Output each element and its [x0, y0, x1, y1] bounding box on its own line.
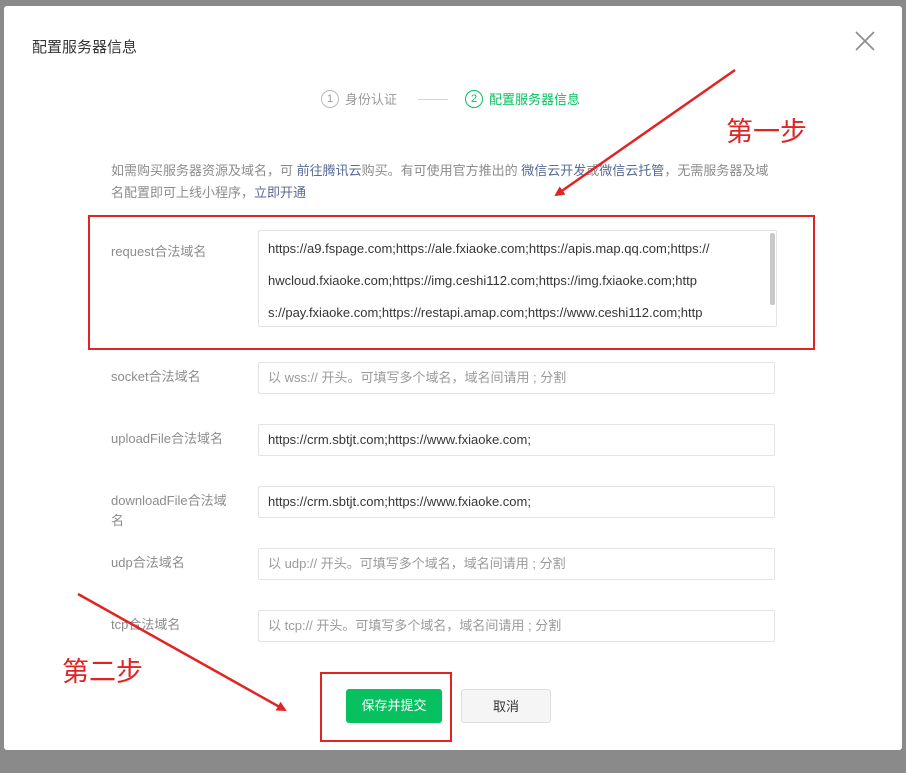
udp-domain-input[interactable]: 以 udp:// 开头。可填写多个域名，域名间请用 ; 分割: [258, 548, 775, 580]
udp-domain-label: udp合法域名: [111, 555, 185, 570]
activate-now-link[interactable]: 立即开通: [254, 185, 306, 200]
upload-file-domain-input[interactable]: https://crm.sbtjt.com;https://www.fxiaok…: [258, 424, 775, 456]
step1-highlight-box: [88, 215, 815, 350]
cloud-hosting-link[interactable]: 微信云托管: [599, 163, 664, 178]
step2-highlight-box: [320, 672, 452, 742]
cancel-button[interactable]: 取消: [461, 689, 551, 723]
step2-annotation: 第二步: [62, 657, 143, 688]
tcp-domain-input[interactable]: 以 tcp:// 开头。可填写多个域名，域名间请用 ; 分割: [258, 610, 775, 642]
download-file-domain-label: downloadFile合法域名: [111, 493, 227, 528]
notice-text-2: 购买。有可使用官方推出的: [361, 163, 522, 178]
cloud-dev-link[interactable]: 微信云开发: [521, 163, 586, 178]
download-file-domain-input[interactable]: https://crm.sbtjt.com;https://www.fxiaok…: [258, 486, 775, 518]
step1-annotation: 第一步: [726, 117, 807, 148]
step-2-number: 2: [465, 89, 483, 108]
step-1-label: 身份认证: [345, 92, 398, 107]
upload-file-domain-label: uploadFile合法域名: [111, 431, 223, 446]
socket-domain-input[interactable]: 以 wss:// 开头。可填写多个域名，域名间请用 ; 分割: [258, 362, 775, 394]
socket-domain-label: socket合法域名: [111, 369, 201, 384]
notice-text-1: 如需购买服务器资源及域名，可: [111, 163, 297, 178]
step-identity: 1 身份认证: [321, 89, 397, 108]
tcp-domain-label: tcp合法域名: [111, 617, 181, 632]
steps-indicator: 1 身份认证 2 配置服务器信息: [0, 89, 906, 111]
step-divider: [418, 99, 448, 100]
step-1-number: 1: [321, 89, 339, 108]
dialog-title: 配置服务器信息: [32, 39, 138, 56]
close-icon[interactable]: [852, 28, 878, 54]
tencent-cloud-link[interactable]: 前往腾讯云: [297, 163, 362, 178]
step-server-config: 2 配置服务器信息: [465, 89, 580, 108]
step-2-label: 配置服务器信息: [489, 92, 581, 107]
notice-text-3: 或: [586, 163, 600, 178]
notice-text: 如需购买服务器资源及域名，可 前往腾讯云购买。有可使用官方推出的 微信云开发或微…: [111, 160, 781, 204]
